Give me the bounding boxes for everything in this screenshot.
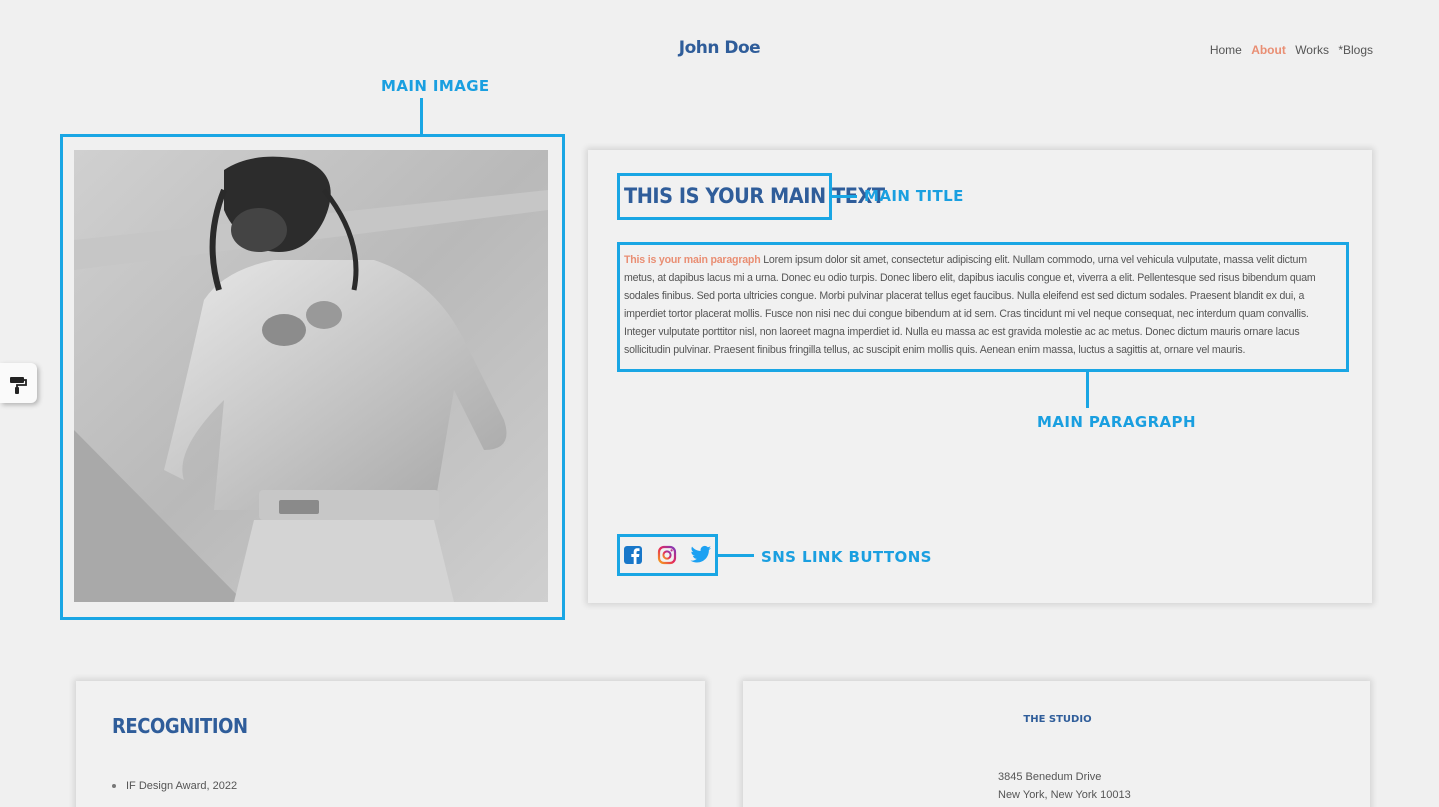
address-line-1: 3845 Benedum Drive [998, 771, 1102, 783]
annotation-box-main-paragraph [617, 242, 1349, 372]
paint-roller-icon [10, 377, 27, 394]
page: John Doe Home About Works *Blogs MAIN IM… [0, 0, 1439, 807]
main-image [74, 150, 548, 602]
annotation-line-main-paragraph [1086, 372, 1089, 408]
nav-item-home[interactable]: Home [1210, 43, 1242, 57]
nav-item-about[interactable]: About [1251, 43, 1286, 57]
list-bullet [112, 784, 116, 789]
annotation-box-main-title [617, 173, 832, 220]
annotation-sns-buttons: SNS LINK BUTTONS [761, 548, 932, 566]
list-item: IF Design Award, 2022 [126, 780, 238, 792]
studio-title: THE STUDIO [1023, 714, 1092, 725]
annotation-main-paragraph: MAIN PARAGRAPH [1037, 413, 1196, 431]
annotation-line-main-image [420, 98, 423, 135]
nav-item-blogs[interactable]: *Blogs [1338, 43, 1373, 57]
style-editor-tab[interactable] [0, 363, 37, 403]
nav-item-works[interactable]: Works [1295, 43, 1329, 57]
studio-address: 3845 Benedum Drive New York, New York 10… [998, 768, 1131, 804]
annotation-main-title: MAIN TITLE [864, 187, 964, 205]
annotation-line-sns [718, 554, 754, 557]
main-nav: Home About Works *Blogs [1204, 43, 1373, 57]
address-line-2: New York, New York 10013 [998, 789, 1131, 801]
recognition-title: RECOGNITION [112, 714, 248, 738]
annotation-box-sns [617, 534, 718, 576]
annotation-main-image: MAIN IMAGE [381, 77, 490, 95]
annotation-line-main-title [832, 195, 857, 198]
recognition-list: IF Design Award, 2022 [112, 780, 237, 792]
